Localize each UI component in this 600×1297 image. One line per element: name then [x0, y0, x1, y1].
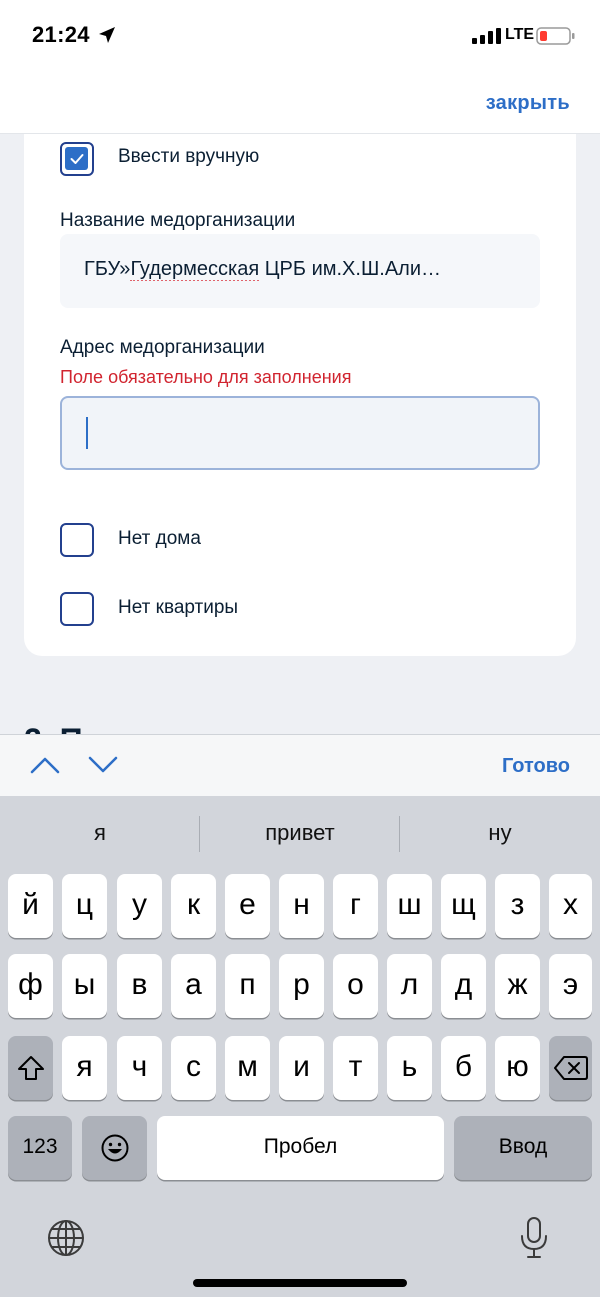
key[interactable]: я [62, 1036, 107, 1100]
key[interactable]: к [171, 874, 216, 938]
manual-entry-checkbox[interactable] [60, 142, 94, 176]
key[interactable]: б [441, 1036, 486, 1100]
key[interactable]: ж [495, 954, 540, 1018]
key[interactable]: т [333, 1036, 378, 1100]
microphone-icon[interactable] [518, 1216, 550, 1260]
done-button[interactable]: Готово [502, 755, 570, 778]
key[interactable]: р [279, 954, 324, 1018]
key[interactable]: а [171, 954, 216, 1018]
key[interactable]: з [495, 874, 540, 938]
key[interactable]: в [117, 954, 162, 1018]
key[interactable]: е [225, 874, 270, 938]
manual-entry-label: Ввести вручную [118, 146, 260, 167]
form-card: Ввести вручную Название медорганизации Г… [24, 134, 576, 656]
key[interactable]: ш [387, 874, 432, 938]
key[interactable]: ь [387, 1036, 432, 1100]
next-section-heading: 2. П [24, 722, 83, 734]
home-indicator [193, 1279, 407, 1287]
suggestion-item[interactable]: ну [400, 820, 600, 846]
key[interactable]: щ [441, 874, 486, 938]
no-apartment-label: Нет квартиры [118, 597, 239, 618]
top-navigation: закрыть [0, 70, 600, 134]
numbers-key[interactable]: 123 [8, 1116, 72, 1180]
keyboard: я привет ну й ц у к е н г ш щ з х ф ы в … [0, 796, 600, 1297]
key[interactable]: х [549, 874, 592, 938]
backspace-key[interactable] [549, 1036, 592, 1100]
suggestion-bar: я привет ну [0, 796, 600, 872]
org-address-label: Адрес медорганизации [60, 337, 265, 358]
return-key[interactable]: Ввод [454, 1116, 592, 1180]
signal-icon [472, 28, 501, 44]
key[interactable]: ф [8, 954, 53, 1018]
no-house-checkbox[interactable] [60, 523, 94, 557]
key[interactable]: г [333, 874, 378, 938]
key[interactable]: э [549, 954, 592, 1018]
key[interactable]: й [8, 874, 53, 938]
org-name-value: ГБУ»Гудермесская ЦРБ им.Х.Ш.Али… [84, 258, 442, 281]
emoji-icon [101, 1134, 128, 1162]
text-caret [86, 417, 88, 449]
key[interactable]: н [279, 874, 324, 938]
shift-key[interactable] [8, 1036, 53, 1100]
suggestion-item[interactable]: я [0, 820, 200, 846]
emoji-key[interactable] [82, 1116, 147, 1180]
location-arrow-icon [99, 27, 115, 43]
status-time: 21:24 [32, 22, 90, 47]
org-name-field[interactable]: ГБУ»Гудермесская ЦРБ им.Х.Ш.Али… [60, 234, 540, 308]
chevron-up-icon[interactable] [30, 755, 60, 775]
key[interactable]: м [225, 1036, 270, 1100]
network-type: LTE [505, 26, 535, 43]
keyboard-accessory-bar: Готово [0, 734, 600, 796]
key[interactable]: ч [117, 1036, 162, 1100]
key[interactable]: л [387, 954, 432, 1018]
status-bar: 21:24 LTE [0, 0, 600, 70]
no-apartment-checkbox[interactable] [60, 592, 94, 626]
chevron-down-icon[interactable] [88, 755, 118, 775]
key[interactable]: ю [495, 1036, 540, 1100]
org-address-input[interactable] [60, 396, 540, 470]
checkmark-icon [70, 154, 84, 164]
suggestion-item[interactable]: привет [200, 820, 400, 846]
key[interactable]: ы [62, 954, 107, 1018]
space-key[interactable]: Пробел [157, 1116, 444, 1180]
battery-low-icon [536, 27, 575, 45]
key[interactable]: о [333, 954, 378, 1018]
close-link[interactable]: закрыть [486, 92, 570, 115]
key[interactable]: п [225, 954, 270, 1018]
shift-icon [17, 1056, 44, 1080]
key[interactable]: с [171, 1036, 216, 1100]
key[interactable]: и [279, 1036, 324, 1100]
key[interactable]: д [441, 954, 486, 1018]
org-name-label: Название медорганизации [60, 210, 296, 231]
no-house-label: Нет дома [118, 528, 201, 549]
backspace-icon [553, 1056, 588, 1080]
key[interactable]: у [117, 874, 162, 938]
globe-icon[interactable] [46, 1218, 86, 1258]
org-address-error: Поле обязательно для заполнения [60, 367, 352, 387]
key[interactable]: ц [62, 874, 107, 938]
